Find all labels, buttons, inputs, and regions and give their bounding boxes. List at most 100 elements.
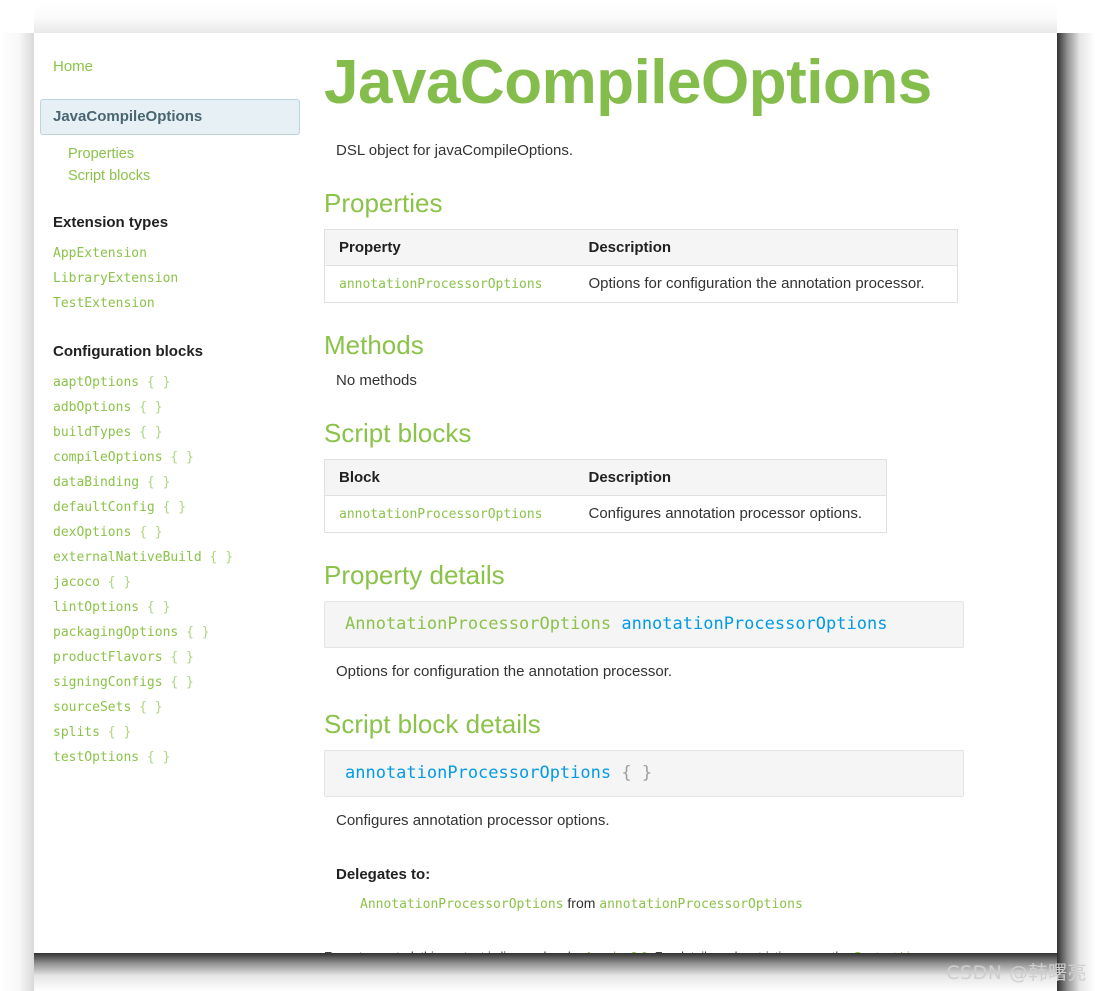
- sidebar-item-testoptions[interactable]: testOptions { }: [53, 745, 314, 770]
- sidebar-item-databinding[interactable]: dataBinding { }: [53, 470, 314, 495]
- card-shadow-left: [0, 33, 34, 991]
- sidebar-subnav: Properties Script blocks: [34, 143, 314, 187]
- config-block-name: dataBinding: [53, 475, 147, 490]
- script-block-detail-description: Configures annotation processor options.: [336, 812, 610, 829]
- script-blocks-table: Block Description annotationProcessorOpt…: [324, 459, 887, 533]
- license-suffix-text: .: [943, 950, 946, 953]
- delegates-to-label: Delegates to:: [336, 866, 431, 883]
- section-heading-script-block-details: Script block details: [324, 709, 541, 739]
- sidebar-extension-types-list: AppExtension LibraryExtension TestExtens…: [34, 241, 314, 316]
- delegate-source-name: annotationProcessorOptions: [599, 897, 803, 912]
- sidebar-item-dexoptions[interactable]: dexOptions { }: [53, 520, 314, 545]
- cell-block-name: annotationProcessorOptions: [325, 496, 575, 533]
- config-block-braces: { }: [162, 500, 187, 515]
- sidebar-item-aaptoptions[interactable]: aaptOptions { }: [53, 370, 314, 395]
- column-header-description: Description: [574, 459, 887, 496]
- sidebar-item-defaultconfig[interactable]: defaultConfig { }: [53, 495, 314, 520]
- sidebar-item-jacoco[interactable]: jacoco { }: [53, 570, 314, 595]
- properties-table: Property Description annotationProcessor…: [324, 229, 958, 303]
- delegates-section: Delegates to: AnnotationProcessorOptions…: [336, 865, 997, 915]
- sidebar-item-buildtypes[interactable]: buildTypes { }: [53, 420, 314, 445]
- cell-property-name: annotationProcessorOptions: [325, 266, 575, 303]
- config-block-braces: { }: [209, 550, 234, 565]
- config-block-braces: { }: [139, 525, 163, 540]
- license-prefix-text: Except as noted, this content is license…: [324, 950, 585, 953]
- sidebar-item-compileoptions[interactable]: compileOptions { }: [53, 445, 314, 470]
- property-type-name: AnnotationProcessorOptions: [345, 614, 622, 634]
- table-row: annotationProcessorOptions Options for c…: [325, 266, 958, 303]
- sidebar-item-signingconfigs[interactable]: signingConfigs { }: [53, 670, 314, 695]
- config-block-name: compileOptions: [53, 450, 171, 465]
- license-middle-text: . For details and restrictions, see the: [648, 950, 853, 953]
- license-footer: Except as noted, this content is license…: [324, 949, 997, 953]
- config-block-name: signingConfigs: [53, 675, 171, 690]
- card-shadow-bottom: [34, 953, 1057, 991]
- sidebar-item-libraryextension[interactable]: LibraryExtension: [53, 266, 314, 291]
- block-link-annotationprocessoroptions[interactable]: annotationProcessorOptions: [339, 507, 543, 522]
- sidebar-item-productflavors[interactable]: productFlavors { }: [53, 645, 314, 670]
- config-block-braces: { }: [146, 600, 171, 615]
- property-signature-box: AnnotationProcessorOptions annotationPro…: [324, 601, 964, 648]
- page-title: JavaCompileOptions: [324, 48, 932, 117]
- column-header-description: Description: [574, 229, 958, 266]
- property-identifier-name: annotationProcessorOptions: [621, 614, 888, 634]
- table-row: annotationProcessorOptions Configures an…: [325, 496, 887, 533]
- sidebar-heading-configuration-blocks: Configuration blocks: [53, 343, 203, 360]
- config-block-name: externalNativeBuild: [53, 550, 210, 565]
- sidebar-item-packagingoptions[interactable]: packagingOptions { }: [53, 620, 314, 645]
- config-block-name: lintOptions: [53, 600, 147, 615]
- content-license-link[interactable]: Content License: [853, 950, 943, 953]
- documentation-page-card: Home JavaCompileOptions Properties Scrip…: [34, 33, 1057, 953]
- table-header-row: Property Description: [324, 229, 958, 266]
- script-block-braces: { }: [621, 763, 653, 783]
- config-block-braces: { }: [107, 575, 132, 590]
- delegate-type-link[interactable]: AnnotationProcessorOptions: [360, 897, 564, 912]
- config-block-name: productFlavors: [53, 650, 171, 665]
- methods-empty-text: No methods: [336, 372, 417, 389]
- cell-property-description: Options for configuration the annotation…: [588, 275, 925, 292]
- sidebar-subitem-script-blocks[interactable]: Script blocks: [68, 165, 314, 187]
- sidebar-subitem-properties[interactable]: Properties: [68, 143, 314, 165]
- section-heading-script-blocks: Script blocks: [324, 418, 472, 448]
- cell-block-description: Configures annotation processor options.: [588, 505, 863, 522]
- config-block-braces: { }: [146, 750, 171, 765]
- column-header-block: Block: [324, 459, 575, 496]
- config-block-name: buildTypes: [53, 425, 140, 440]
- sidebar-item-splits[interactable]: splits { }: [53, 720, 314, 745]
- section-heading-properties: Properties: [324, 188, 443, 218]
- config-block-name: defaultConfig: [53, 500, 163, 515]
- card-shadow-top: [34, 0, 1057, 33]
- config-block-name: adbOptions: [53, 400, 140, 415]
- script-block-identifier-name: annotationProcessorOptions: [345, 763, 622, 783]
- property-detail-description: Options for configuration the annotation…: [336, 663, 673, 680]
- page-lead-description: DSL object for javaCompileOptions.: [336, 142, 574, 159]
- sidebar-configuration-blocks-list: aaptOptions { } adbOptions { } buildTypes …: [34, 370, 314, 770]
- sidebar-item-externalnativebuild[interactable]: externalNativeBuild { }: [53, 545, 314, 570]
- config-block-name: sourceSets: [53, 700, 140, 715]
- table-header-row: Block Description: [324, 459, 887, 496]
- main-content: JavaCompileOptions DSL object for javaCo…: [314, 33, 1057, 953]
- script-block-signature-box: annotationProcessorOptions { }: [324, 750, 964, 797]
- sidebar-item-javacompileoptions[interactable]: JavaCompileOptions: [40, 99, 300, 135]
- config-block-braces: { }: [139, 400, 163, 415]
- sidebar-item-appextension[interactable]: AppExtension: [53, 241, 314, 266]
- sidebar-item-sourcesets[interactable]: sourceSets { }: [53, 695, 314, 720]
- config-block-braces: { }: [139, 425, 163, 440]
- sidebar-heading-extension-types: Extension types: [53, 214, 169, 231]
- config-block-braces: { }: [107, 725, 132, 740]
- section-heading-methods: Methods: [324, 330, 424, 360]
- config-block-name: aaptOptions: [53, 375, 147, 390]
- config-block-name: dexOptions: [53, 525, 140, 540]
- card-shadow-right: [1057, 33, 1095, 991]
- sidebar-nav: Home JavaCompileOptions Properties Scrip…: [34, 33, 314, 953]
- sidebar-item-adboptions[interactable]: adbOptions { }: [53, 395, 314, 420]
- property-link-annotationprocessoroptions[interactable]: annotationProcessorOptions: [339, 277, 543, 292]
- sidebar-item-home[interactable]: Home: [34, 51, 314, 83]
- config-block-name: splits: [53, 725, 108, 740]
- config-block-name: jacoco: [53, 575, 108, 590]
- config-block-braces: { }: [146, 375, 171, 390]
- sidebar-item-testextension[interactable]: TestExtension: [53, 291, 314, 316]
- sidebar-item-lintoptions[interactable]: lintOptions { }: [53, 595, 314, 620]
- apache-license-link[interactable]: Apache 2.0: [585, 950, 648, 953]
- config-block-braces: { }: [186, 625, 210, 640]
